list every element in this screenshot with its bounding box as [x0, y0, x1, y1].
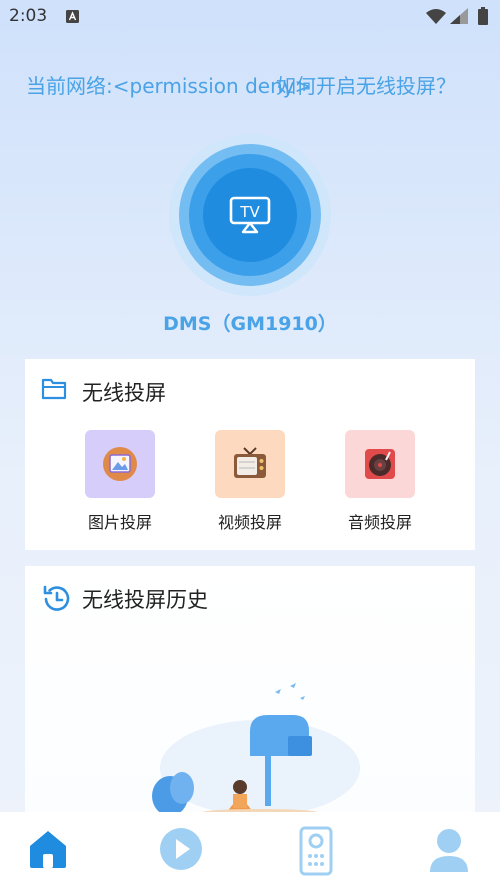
audio-cast-label: 音频投屏: [347, 513, 412, 532]
video-cast-button[interactable]: 视频投屏: [210, 430, 290, 540]
audio-tile: [345, 430, 415, 498]
battery-icon: [478, 7, 488, 25]
home-icon: [30, 831, 66, 868]
bottom-tab-bar: [0, 812, 500, 888]
empty-mailbox-illustration: [152, 683, 360, 816]
tab-user[interactable]: [426, 826, 476, 876]
wireless-card-title: 无线投屏: [82, 381, 166, 405]
tv-airplay-icon: TV: [229, 196, 271, 234]
tv-label: TV: [239, 203, 260, 221]
picture-icon: [103, 447, 137, 481]
history-card-title: 无线投屏历史: [82, 588, 208, 612]
remote-icon: [299, 826, 333, 876]
help-link[interactable]: 如何开启无线投屏？: [276, 70, 456, 99]
history-icon: [43, 585, 70, 611]
notification-a-icon: [66, 10, 79, 23]
user-icon: [430, 829, 468, 872]
play-icon: [160, 828, 202, 870]
audio-cast-button[interactable]: 音频投屏: [340, 430, 420, 540]
wireless-cast-card: 无线投屏 图片投屏 视频投屏 音频投屏: [25, 359, 475, 550]
cast-button[interactable]: TV: [169, 134, 331, 296]
wifi-icon: [426, 9, 446, 24]
network-bar: 当前网络:<permission deny> 如何开启无线投屏？: [0, 70, 500, 100]
picture-cast-label: 图片投屏: [87, 513, 152, 532]
cast-history-card: 无线投屏历史: [25, 566, 475, 816]
picture-cast-button[interactable]: 图片投屏: [80, 430, 160, 540]
picture-tile: [85, 430, 155, 498]
tab-remote[interactable]: [293, 826, 343, 876]
network-status: 当前网络:<permission deny>: [26, 74, 312, 98]
status-time: 2:03: [9, 6, 48, 26]
folder-icon: [41, 378, 67, 400]
device-name: DMS（GM1910）: [163, 313, 337, 335]
video-tile: [215, 430, 285, 498]
cast-core: TV: [203, 168, 297, 262]
video-cast-label: 视频投屏: [217, 513, 282, 532]
record-player-icon: [365, 449, 395, 479]
tab-play[interactable]: [158, 826, 208, 876]
tab-home[interactable]: [26, 826, 76, 876]
signal-icon: [450, 8, 468, 24]
status-bar: 2:03: [0, 0, 500, 34]
retro-tv-icon: [234, 447, 266, 478]
